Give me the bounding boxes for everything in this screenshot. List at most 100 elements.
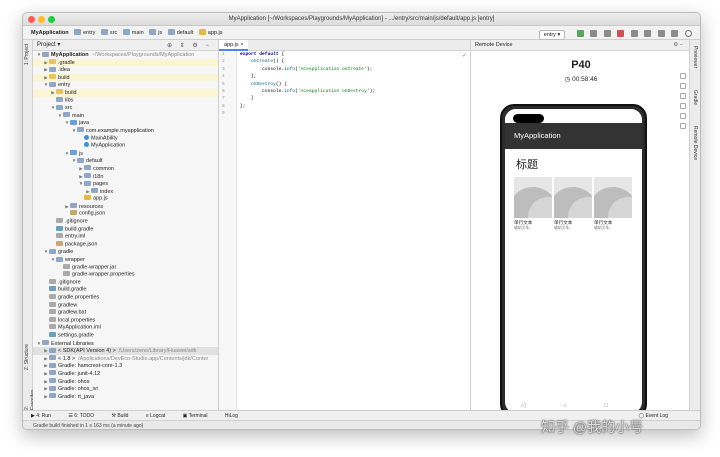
back-icon[interactable]	[680, 113, 686, 119]
code-line: onCreate() {	[240, 58, 470, 65]
tree-item[interactable]: gradle.properties	[33, 294, 218, 302]
panel-actions[interactable]: ⚙ −	[673, 40, 683, 51]
tree-item[interactable]: ▼ default	[33, 157, 218, 165]
tree-item[interactable]: ▶ Gradle: junit-4.12	[33, 370, 218, 378]
tree-item[interactable]: ▼ wrapper	[33, 256, 218, 264]
tab-remote-device[interactable]: Remote Device	[692, 126, 698, 160]
sync-icon[interactable]	[630, 30, 638, 37]
breadcrumb-item[interactable]: entry	[74, 26, 95, 40]
device-manager-icon[interactable]	[644, 30, 652, 37]
device-screen[interactable]: MyApplication 标题 单行文本 辅助文本 单行文本 辅助文本 单行文本 辅助文…	[505, 109, 642, 413]
close-icon[interactable]	[680, 73, 686, 79]
tree-item[interactable]: MyApplication	[33, 142, 218, 150]
tree-item[interactable]: ▶ build	[33, 73, 218, 82]
tree-item[interactable]: local.properties	[33, 316, 218, 325]
tree-item[interactable]: gradle-wrapper.jar	[33, 263, 218, 272]
tree-item[interactable]: ▼ src	[33, 104, 218, 112]
tree-item[interactable]: ▼ entry	[33, 81, 218, 89]
breadcrumb-item[interactable]: default	[167, 26, 193, 40]
list-card[interactable]: 单行文本 辅助文本	[594, 177, 632, 231]
tree-item[interactable]: libs	[33, 96, 218, 105]
tree-item[interactable]: app.js	[33, 195, 218, 203]
tree-item[interactable]: ▶ Gradle: ohos_ivi	[33, 385, 218, 393]
project-view-select[interactable]: Project ▾	[37, 42, 60, 48]
tree-item[interactable]: ▶ Gradle: ohos	[33, 378, 218, 386]
tree-item[interactable]: ▶ Gradle: rt_java	[33, 393, 218, 401]
folder-icon	[74, 29, 82, 35]
code-area[interactable]: export default { onCreate() { console.in…	[240, 51, 470, 118]
tree-item[interactable]: ▶ .gradle	[33, 58, 218, 67]
sdk-manager-icon[interactable]	[657, 30, 665, 37]
project-panel-header: Project ▾ ⊕ ⇕ ⚙ −	[33, 40, 218, 51]
stop-icon[interactable]	[617, 30, 625, 37]
tree-item[interactable]: .gitignore	[33, 218, 218, 226]
ide-window: MyApplication [~/Workspaces/Playgrounds/…	[22, 12, 701, 430]
search-icon[interactable]	[685, 30, 692, 37]
breadcrumb-item[interactable]: app.js	[198, 26, 222, 40]
tree-item[interactable]: settings.gradle	[33, 331, 218, 340]
tree-item[interactable]: ▼ java	[33, 119, 218, 127]
file-icon	[49, 316, 56, 322]
tab-app-js[interactable]: app.js ×	[219, 40, 249, 51]
tree-item[interactable]: ▶ Gradle: hamcrest-core-1.3	[33, 362, 218, 370]
tree-item[interactable]: ▼ gradle	[33, 248, 218, 256]
tree-item[interactable]: config.json	[33, 210, 218, 218]
tab-terminal[interactable]: ▣ Terminal	[183, 413, 216, 419]
tree-item[interactable]: MainAbility	[33, 134, 218, 143]
device-nav-keys[interactable]: ◁ ○ □	[505, 402, 642, 409]
breadcrumb-item[interactable]: src	[100, 26, 117, 40]
tree-item[interactable]: ▶ < SDK(API Version 4) >/Users/zeno/Libra…	[33, 347, 218, 355]
run-config-select[interactable]: entry ▾	[538, 30, 566, 40]
tree-item[interactable]: ▼ External Libraries	[33, 340, 218, 348]
code-token: info	[284, 66, 296, 72]
tree-item[interactable]: gradlew	[33, 301, 218, 310]
tree-item-label: .gitignore	[65, 218, 88, 225]
tree-item[interactable]: entry.iml	[33, 233, 218, 241]
tree-item[interactable]: ▼ js	[33, 150, 218, 158]
tab-previewer[interactable]: Previewer	[692, 46, 698, 68]
debug-icon[interactable]	[590, 30, 598, 37]
tree-item[interactable]: .gitignore	[33, 278, 218, 287]
tab-logcat[interactable]: ≡ Logcat	[146, 413, 173, 419]
tree-item[interactable]: MyApplication.iml	[33, 324, 218, 332]
zoom-button[interactable]	[48, 16, 55, 23]
tab-hilog[interactable]: HiLog	[225, 413, 246, 419]
tree-item[interactable]: build.gradle	[33, 225, 218, 234]
minimize-button[interactable]	[38, 16, 45, 23]
tree-item[interactable]: ▶ .idea	[33, 66, 218, 74]
tree-item[interactable]: gradle-wrapper.properties	[33, 271, 218, 279]
list-card[interactable]: 单行文本 辅助文本	[514, 177, 552, 231]
breadcrumb-item[interactable]: js	[149, 26, 162, 40]
tree-item[interactable]: gradlew.bat	[33, 309, 218, 317]
tab-project[interactable]: 1: Project	[24, 44, 30, 65]
attach-icon[interactable]	[603, 30, 611, 37]
breadcrumb-item[interactable]: MyApplication	[31, 26, 69, 40]
tab-todo[interactable]: ☰ 6: TODO	[68, 413, 102, 419]
close-button[interactable]	[28, 16, 35, 23]
tree-item[interactable]: package.json	[33, 240, 218, 249]
tree-item[interactable]: build.gradle	[33, 286, 218, 294]
home-icon[interactable]	[680, 123, 686, 129]
rotate-icon[interactable]	[680, 93, 686, 99]
tree-item[interactable]: ▼ main	[33, 112, 218, 120]
tree-item[interactable]: ▶ common	[33, 165, 218, 173]
tree-item[interactable]: ▶ i18n	[33, 173, 218, 181]
volume-icon[interactable]	[680, 103, 686, 109]
tab-run[interactable]: ▶ 4: Run	[31, 413, 59, 419]
screenshot-icon[interactable]	[680, 83, 686, 89]
folder-icon	[122, 29, 130, 35]
tree-item[interactable]: ▶ index	[33, 188, 218, 196]
run-icon[interactable]	[576, 30, 584, 37]
structure-icon[interactable]	[671, 30, 679, 37]
tree-item[interactable]: ▼ MyApplication ~/Workspaces/Playgrounds/M…	[33, 51, 218, 59]
tab-build[interactable]: ⚒ Build	[111, 413, 136, 419]
tree-item[interactable]: ▶ < 1.8 >/Applications/DevEco-Studio.app/…	[33, 355, 218, 363]
tree-item[interactable]: ▶ build	[33, 88, 218, 97]
tree-item[interactable]: ▼ pages	[33, 180, 218, 188]
breadcrumb-item[interactable]: main	[122, 26, 144, 40]
tree-item[interactable]: ▼ com.example.myapplication	[33, 127, 218, 135]
tab-structure[interactable]: Z: Structure	[24, 344, 30, 370]
list-card[interactable]: 单行文本 辅助文本	[554, 177, 592, 231]
tree-item[interactable]: ▶ resources	[33, 203, 218, 211]
tab-gradle[interactable]: Gradle	[692, 90, 698, 105]
